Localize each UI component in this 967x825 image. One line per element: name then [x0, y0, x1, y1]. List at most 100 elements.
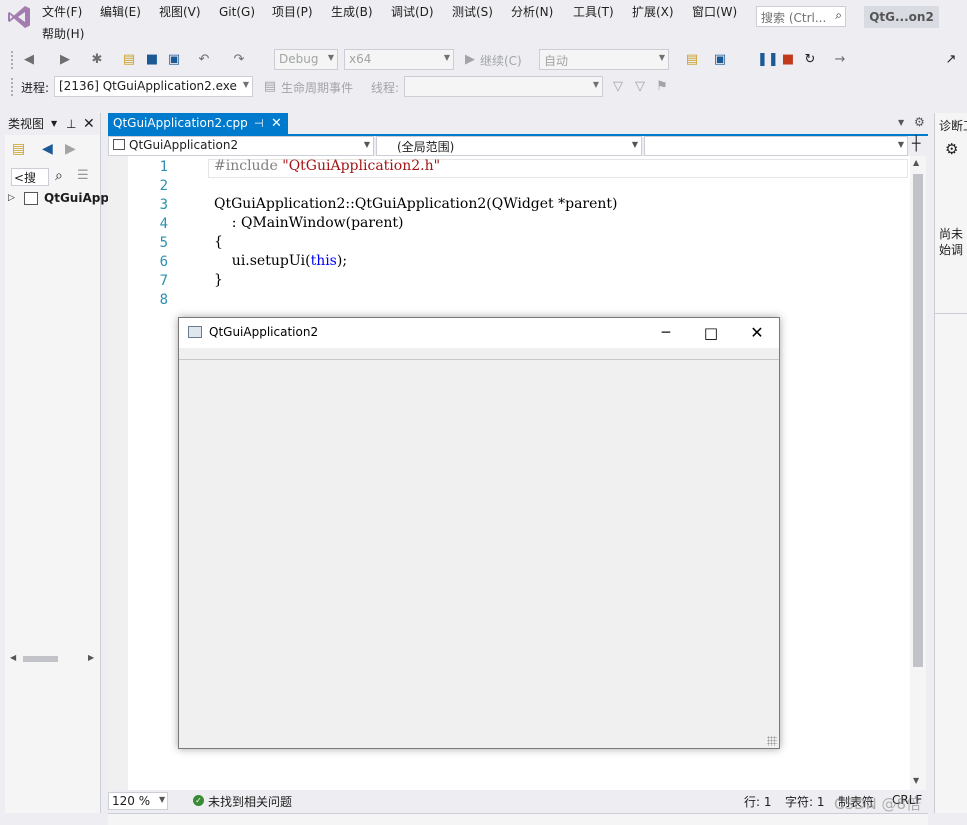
toolbar-grip[interactable]: [10, 77, 14, 97]
auto-select[interactable]: 自动 ▼: [539, 49, 669, 70]
thread-select[interactable]: ▼: [404, 76, 603, 97]
scroll-down-icon[interactable]: ▼: [913, 776, 919, 785]
menu-file[interactable]: 文件(F): [42, 4, 82, 20]
save-icon[interactable]: ■: [143, 51, 161, 69]
menu-project[interactable]: 项目(P): [272, 4, 313, 20]
maximize-button[interactable]: □: [688, 318, 734, 348]
qt-menu-bar: [179, 348, 779, 360]
line-number: 2: [159, 178, 168, 194]
process-select[interactable]: [2136] QtGuiApplication2.exe ▼: [54, 76, 253, 97]
qt-application-window[interactable]: QtGuiApplication2 ─ □ ✕: [178, 317, 780, 749]
forward-icon[interactable]: ▶: [56, 51, 74, 69]
scope-nav-select[interactable]: (全局范围) ▼: [376, 136, 642, 156]
back-icon[interactable]: ◀: [20, 51, 38, 69]
resize-grip[interactable]: [767, 736, 777, 746]
scroll-left-icon[interactable]: ◀: [10, 653, 16, 662]
menu-help[interactable]: 帮助(H): [42, 26, 84, 42]
lifecycle-events-label[interactable]: 生命周期事件: [281, 79, 353, 96]
stop-icon[interactable]: ■: [779, 51, 797, 69]
line-number: 3: [159, 197, 168, 213]
menu-git[interactable]: Git(G): [219, 4, 255, 20]
code-line-6: ui.setupUi(this);: [214, 253, 347, 269]
menu-test[interactable]: 测试(S): [452, 4, 493, 20]
search-icon[interactable]: ⌕: [55, 168, 63, 184]
solution-name-badge[interactable]: QtG...on2: [864, 6, 939, 28]
chevron-down-icon: ▼: [242, 80, 249, 89]
debug-location-toolbar: 进程: [2136] QtGuiApplication2.exe ▼ ▤ 生命周期…: [0, 73, 967, 101]
menu-view[interactable]: 视图(V): [159, 4, 201, 20]
project-nav-value: QtGuiApplication2: [129, 138, 239, 152]
diagnostics-text-1: 尚未: [939, 227, 964, 241]
window-icon[interactable]: ▣: [711, 51, 729, 69]
menu-analyze[interactable]: 分析(N): [511, 4, 553, 20]
configuration-select[interactable]: Debug ▼: [274, 49, 338, 70]
filter-icon[interactable]: ▽: [609, 78, 627, 96]
chevron-down-icon[interactable]: ▼: [898, 118, 904, 127]
filter-threads-icon[interactable]: ▽: [631, 78, 649, 96]
menu-extensions[interactable]: 扩展(X): [632, 4, 674, 20]
save-all-icon[interactable]: ▣: [165, 51, 183, 69]
member-nav-select[interactable]: ▼: [644, 136, 908, 156]
code-line-7: }: [214, 272, 223, 288]
gear-icon[interactable]: ⚙: [914, 115, 925, 129]
line-number: 5: [159, 235, 168, 251]
show-next-statement-icon[interactable]: →: [831, 51, 849, 69]
project-nav-select[interactable]: QtGuiApplication2 ▼: [108, 136, 374, 156]
expand-icon[interactable]: ▷: [8, 193, 15, 203]
back-icon[interactable]: ◀: [42, 141, 53, 157]
restart-icon[interactable]: ↻: [801, 51, 819, 69]
continue-label[interactable]: 继续(C): [480, 52, 522, 69]
class-search-placeholder: <搜: [14, 171, 37, 185]
diagnostics-text-2: 始调: [939, 243, 964, 257]
gear-icon[interactable]: ⚙: [945, 140, 958, 158]
new-item-icon[interactable]: ✱: [88, 51, 106, 69]
continue-icon[interactable]: ▶: [461, 51, 479, 69]
tab-qtguiapplication2-cpp[interactable]: QtGuiApplication2.cpp ⊣ ✕: [108, 113, 288, 134]
chevron-down-icon[interactable]: ▼: [51, 113, 57, 135]
horizontal-scrollbar[interactable]: ◀ ▶: [5, 653, 101, 665]
flag-threads-icon[interactable]: ⚑: [653, 78, 671, 96]
navigation-bar: QtGuiApplication2 ▼ (全局范围) ▼ ▼ ┼: [108, 136, 928, 156]
close-icon[interactable]: ✕: [83, 113, 95, 135]
tree-item-project[interactable]: QtGuiApp: [44, 191, 109, 205]
menu-window[interactable]: 窗口(W): [692, 4, 737, 20]
preprocessor-directive: #include: [214, 158, 283, 174]
tab-label: QtGuiApplication2.cpp: [113, 116, 248, 130]
issues-status[interactable]: 未找到相关问题: [208, 793, 292, 810]
code-line-4: : QMainWindow(parent): [214, 215, 404, 231]
close-button[interactable]: ✕: [734, 318, 780, 348]
minimize-button[interactable]: ─: [643, 318, 689, 348]
pin-icon[interactable]: ⊥: [66, 113, 76, 135]
include-string: "QtGuiApplication2.h": [282, 158, 441, 174]
editor-vertical-scrollbar[interactable]: ▲ ▼: [910, 156, 926, 790]
browse-folder-icon[interactable]: ▤: [683, 51, 701, 69]
split-editor-icon[interactable]: ┼: [912, 136, 920, 152]
menu-tools[interactable]: 工具(T): [573, 4, 614, 20]
scroll-up-icon[interactable]: ▲: [913, 158, 919, 167]
scrollbar-thumb[interactable]: [23, 656, 58, 662]
toolbar-grip[interactable]: [10, 50, 14, 70]
new-folder-icon[interactable]: ▤: [12, 141, 25, 157]
scroll-right-icon[interactable]: ▶: [88, 653, 94, 662]
menu-debug[interactable]: 调试(D): [391, 4, 434, 20]
class-search-input[interactable]: <搜: [11, 168, 49, 186]
line-number: 4: [159, 216, 168, 232]
redo-icon[interactable]: ↷: [230, 51, 248, 69]
zoom-select[interactable]: 120 % ▼: [108, 792, 168, 810]
qt-window-title-bar[interactable]: QtGuiApplication2 ─ □ ✕: [179, 318, 779, 348]
platform-select[interactable]: x64 ▼: [344, 49, 454, 70]
settings-list-icon[interactable]: ☰: [77, 168, 89, 183]
lifecycle-events-icon[interactable]: ▤: [261, 78, 279, 96]
menu-edit[interactable]: 编辑(E): [100, 4, 141, 20]
class-view-title: 类视图: [8, 117, 45, 131]
live-share-icon[interactable]: ↗: [942, 51, 960, 69]
pin-icon[interactable]: ⊣: [254, 113, 264, 134]
forward-icon[interactable]: ▶: [65, 141, 76, 157]
open-folder-icon[interactable]: ▤: [120, 51, 138, 69]
search-input[interactable]: 搜索 (Ctrl... ⌕: [756, 6, 846, 27]
close-icon[interactable]: ✕: [271, 113, 282, 134]
menu-build[interactable]: 生成(B): [331, 4, 373, 20]
scrollbar-thumb[interactable]: [913, 174, 923, 667]
undo-icon[interactable]: ↶: [195, 51, 213, 69]
pause-icon[interactable]: ❚❚: [757, 51, 779, 69]
